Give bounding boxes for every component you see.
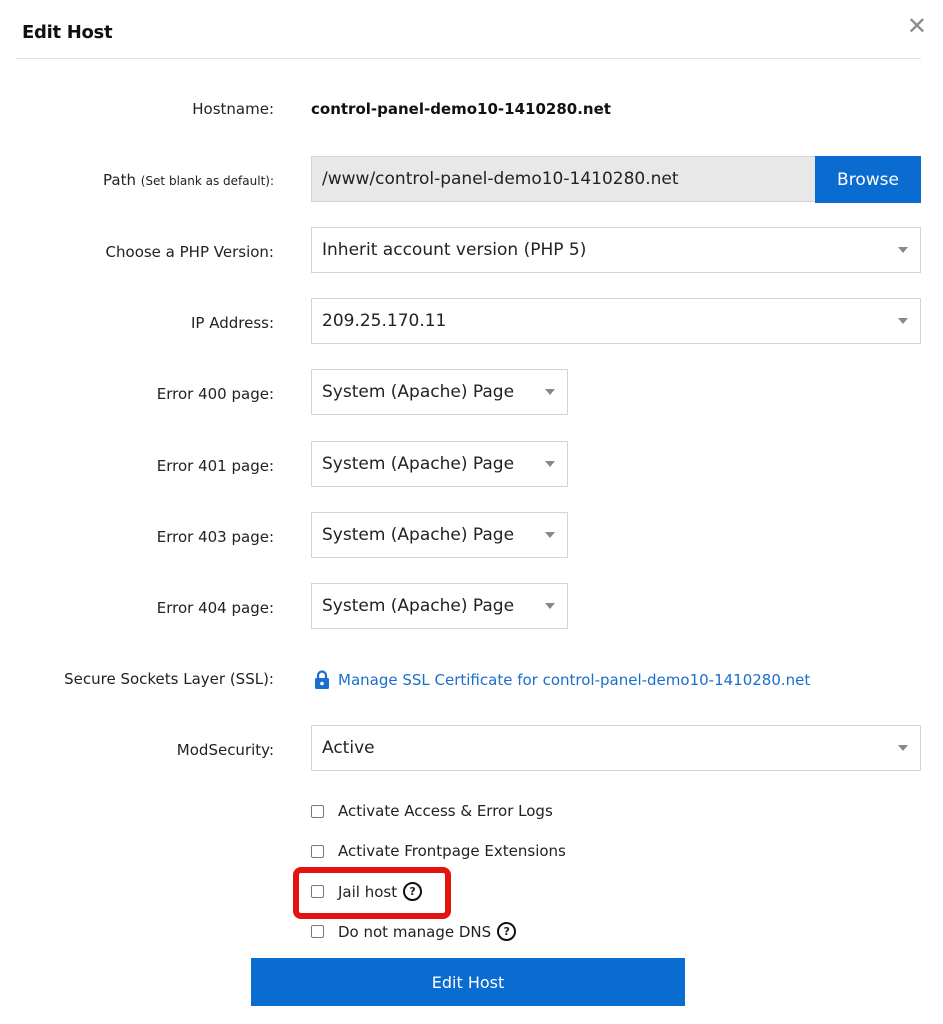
php-version-label: Choose a PHP Version: (105, 243, 274, 261)
chevron-down-icon (545, 389, 555, 395)
hostname-label: Hostname: (192, 100, 274, 118)
hostname-value: control-panel-demo10-1410280.net (311, 100, 611, 118)
path-label-hint: (Set blank as default): (140, 174, 274, 188)
chevron-down-icon (545, 461, 555, 467)
dialog-title: Edit Host (22, 22, 113, 43)
error-403-label: Error 403 page: (156, 528, 274, 546)
error-403-select[interactable]: System (Apache) Page (311, 512, 568, 558)
frontpage-extensions-checkbox[interactable] (311, 844, 324, 858)
lock-icon (315, 670, 329, 689)
chevron-down-icon (545, 532, 555, 538)
chevron-down-icon (898, 247, 908, 253)
chevron-down-icon (898, 318, 908, 324)
access-error-logs-label: Activate Access & Error Logs (338, 802, 553, 820)
error-404-value: System (Apache) Page (322, 596, 515, 616)
chevron-down-icon (898, 745, 908, 751)
ip-address-value: 209.25.170.11 (322, 311, 447, 331)
path-input[interactable]: /www/control-panel-demo10-1410280.net (311, 156, 816, 202)
no-manage-dns-checkbox[interactable] (311, 925, 324, 938)
no-manage-dns-option[interactable]: Do not manage DNS ? (311, 922, 517, 941)
path-label: Path (Set blank as default): (103, 171, 274, 189)
manage-ssl-link[interactable]: Manage SSL Certificate for control-panel… (314, 670, 810, 690)
error-401-value: System (Apache) Page (322, 454, 515, 474)
access-error-logs-option[interactable]: Activate Access & Error Logs (311, 802, 553, 820)
access-error-logs-checkbox[interactable] (311, 804, 324, 818)
path-input-value: /www/control-panel-demo10-1410280.net (322, 169, 679, 189)
error-401-select[interactable]: System (Apache) Page (311, 441, 568, 487)
help-icon[interactable]: ? (497, 922, 517, 941)
edit-host-submit-button[interactable]: Edit Host (251, 958, 685, 1006)
modsecurity-value: Active (322, 738, 375, 758)
ip-address-label: IP Address: (190, 314, 274, 332)
jail-host-label: Jail host (338, 882, 398, 901)
path-label-text: Path (103, 171, 136, 189)
jail-host-checkbox[interactable] (311, 885, 324, 898)
frontpage-extensions-option[interactable]: Activate Frontpage Extensions (311, 842, 566, 860)
modsecurity-label: ModSecurity: (176, 741, 274, 759)
help-icon[interactable]: ? (403, 882, 423, 901)
ssl-label: Secure Sockets Layer (SSL): (64, 670, 274, 688)
ip-address-select[interactable]: 209.25.170.11 (311, 298, 921, 344)
jail-host-option[interactable]: Jail host ? (311, 882, 423, 901)
close-icon[interactable]: ✕ (907, 14, 927, 38)
browse-button[interactable]: Browse (815, 156, 921, 203)
modsecurity-select[interactable]: Active (311, 725, 921, 771)
error-403-value: System (Apache) Page (322, 525, 515, 545)
frontpage-extensions-label: Activate Frontpage Extensions (338, 842, 566, 860)
php-version-value: Inherit account version (PHP 5) (322, 240, 587, 260)
error-400-select[interactable]: System (Apache) Page (311, 369, 568, 415)
php-version-select[interactable]: Inherit account version (PHP 5) (311, 227, 921, 273)
error-401-label: Error 401 page: (156, 457, 274, 475)
no-manage-dns-label: Do not manage DNS (338, 922, 492, 941)
manage-ssl-link-text: Manage SSL Certificate for control-panel… (338, 671, 811, 689)
error-400-label: Error 400 page: (156, 385, 274, 403)
header-divider (16, 58, 921, 59)
error-404-label: Error 404 page: (156, 599, 274, 617)
error-404-select[interactable]: System (Apache) Page (311, 583, 568, 629)
chevron-down-icon (545, 603, 555, 609)
error-400-value: System (Apache) Page (322, 382, 515, 402)
